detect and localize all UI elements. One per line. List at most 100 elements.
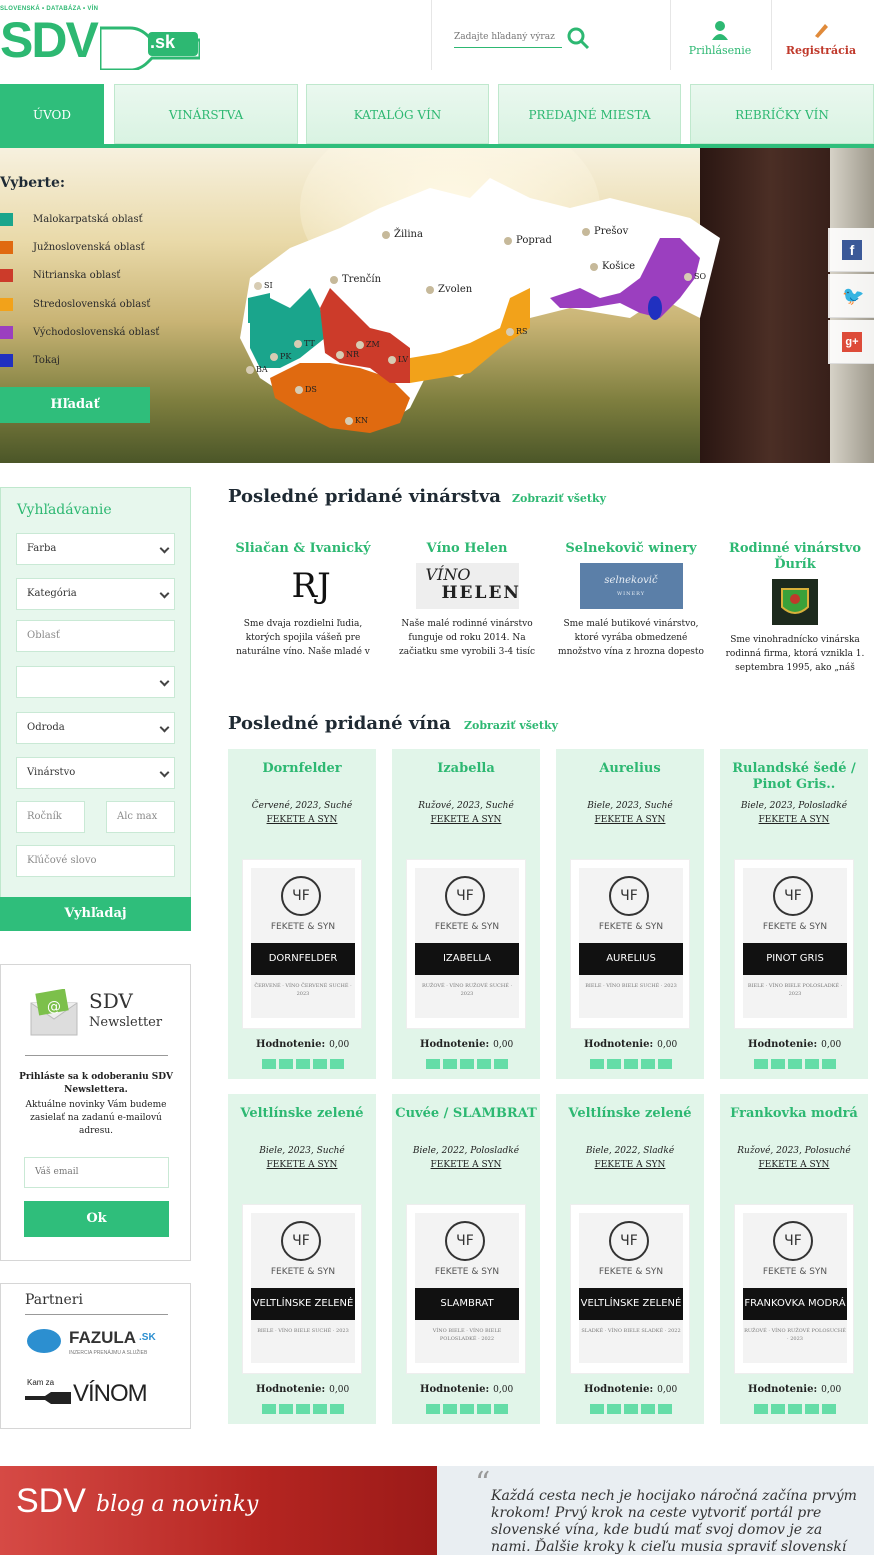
winery-card[interactable]: Selnekovič winery selnekovič WINERY Sme … (556, 541, 706, 659)
rating-star-icon[interactable] (460, 1404, 474, 1414)
wine-label-image[interactable]: ЧF FEKETE & SYN SLAMBRAT VÍNO BIELE · VÍNO … (406, 1204, 526, 1374)
wine-label-image[interactable]: ЧF FEKETE & SYN IZABELLA RUŽOVÉ · VÍNO RUŽO… (406, 859, 526, 1029)
rating-star-icon[interactable] (443, 1059, 457, 1069)
wine-name[interactable]: Cuvée / SLAMBRAT (392, 1106, 540, 1122)
kategoria-select[interactable]: Kategória (16, 578, 175, 610)
wine-card[interactable]: Izabella Ružové, 2023, Suché FEKETE A SYN Ч… (392, 749, 540, 1079)
vinarstvo-select[interactable]: Vinárstvo (16, 757, 175, 789)
rating-stars[interactable] (754, 1399, 844, 1414)
search-input[interactable] (454, 26, 562, 48)
wine-label-image[interactable]: ЧF FEKETE & SYN AURELIUS BIELE · VÍNO BIELE… (570, 859, 690, 1029)
wine-producer-link[interactable]: FEKETE A SYN (720, 815, 868, 825)
abbr-ba[interactable]: BA (246, 365, 268, 374)
rating-star-icon[interactable] (279, 1404, 293, 1414)
winery-name[interactable]: Víno Helen (392, 541, 542, 557)
city-kosice[interactable]: Košice (590, 261, 635, 272)
rating-star-icon[interactable] (822, 1404, 836, 1414)
legend-nitrianska[interactable]: Nitrianska oblasť (0, 269, 120, 283)
winery-name[interactable]: Selnekovič winery (556, 541, 706, 557)
alc-max-input[interactable]: Alc max (106, 801, 175, 833)
facebook-button[interactable]: f (828, 228, 874, 272)
blog-banner[interactable]: SDV blog a novinky (0, 1466, 437, 1555)
rocnik-input[interactable]: Ročník (16, 801, 85, 833)
email-field[interactable]: Váš email (24, 1157, 169, 1188)
wine-producer-link[interactable]: FEKETE A SYN (556, 1160, 704, 1170)
wine-producer-link[interactable]: FEKETE A SYN (392, 1160, 540, 1170)
hladat-button[interactable]: Hľadať (0, 387, 150, 423)
vyhladaj-button[interactable]: Vyhľadaj (0, 897, 191, 931)
google-plus-button[interactable]: g+ (828, 320, 874, 364)
wine-label-image[interactable]: ЧF FEKETE & SYN FRANKOVKA MODRÁ RUŽOVÉ · VÍ… (734, 1204, 854, 1374)
logo[interactable]: SDV (0, 10, 99, 70)
legend-juznoslovenska[interactable]: Južnoslovenská oblasť (0, 241, 145, 255)
rating-star-icon[interactable] (590, 1404, 604, 1414)
rating-star-icon[interactable] (658, 1059, 672, 1069)
wine-producer-link[interactable]: FEKETE A SYN (720, 1160, 868, 1170)
rating-stars[interactable] (590, 1399, 680, 1414)
tab-rebricky-vin[interactable]: REBRÍČKY VÍN (690, 84, 874, 144)
abbr-so[interactable]: SO (684, 272, 706, 281)
rating-star-icon[interactable] (658, 1404, 672, 1414)
rating-star-icon[interactable] (788, 1059, 802, 1069)
newsletter-ok-button[interactable]: Ok (24, 1201, 169, 1237)
rating-star-icon[interactable] (624, 1059, 638, 1069)
tab-predajne-miesta[interactable]: PREDAJNÉ MIESTA (498, 84, 681, 144)
winery-card[interactable]: Rodinné vinárstvo Ďurík Sme vinohradníck… (720, 541, 870, 675)
city-poprad[interactable]: Poprad (504, 235, 552, 246)
wine-producer-link[interactable]: FEKETE A SYN (392, 815, 540, 825)
wine-producer-link[interactable]: FEKETE A SYN (228, 815, 376, 825)
region-tokaj[interactable] (648, 296, 662, 320)
keyword-input[interactable]: Kľúčové slovo (16, 845, 175, 877)
rating-star-icon[interactable] (494, 1404, 508, 1414)
rating-star-icon[interactable] (426, 1404, 440, 1414)
wine-name[interactable]: Izabella (392, 761, 540, 777)
rating-star-icon[interactable] (262, 1404, 276, 1414)
rating-star-icon[interactable] (624, 1404, 638, 1414)
rating-star-icon[interactable] (641, 1404, 655, 1414)
wine-label-image[interactable]: ЧF FEKETE & SYN DORNFELDER ČERVENÉ · VÍNO Č… (242, 859, 362, 1029)
tab-vinarstva[interactable]: VINÁRSTVA (114, 84, 298, 144)
abbr-lv[interactable]: LV (388, 355, 408, 364)
city-zvolen[interactable]: Zvolen (426, 284, 472, 295)
rating-star-icon[interactable] (477, 1059, 491, 1069)
abbr-zm[interactable]: ZM (356, 340, 380, 349)
wine-name[interactable]: Aurelius (556, 761, 704, 777)
wine-name[interactable]: Rulandské šedé / Pinot Gris.. (720, 761, 868, 793)
search-icon[interactable] (566, 26, 590, 50)
oblast-input[interactable]: Oblasť (16, 620, 175, 652)
rating-star-icon[interactable] (330, 1059, 344, 1069)
rating-star-icon[interactable] (477, 1404, 491, 1414)
legend-stredoslovenska[interactable]: Stredoslovenská oblasť (0, 298, 150, 312)
region-malokarpatska-north[interactable] (248, 293, 270, 323)
tab-uvod[interactable]: ÚVOD (0, 84, 104, 144)
wine-name[interactable]: Veltlínske zelené (228, 1106, 376, 1122)
kam-za-vinom-partner-logo[interactable]: Kam za VÍNOM (25, 1378, 170, 1418)
rating-star-icon[interactable] (296, 1404, 310, 1414)
legend-vychodoslovenska[interactable]: Východoslovenská oblasť (0, 326, 159, 340)
abbr-si[interactable]: SI (254, 281, 273, 290)
wine-card[interactable]: Rulandské šedé / Pinot Gris.. Biele, 2023… (720, 749, 868, 1079)
wine-card[interactable]: Veltlínske zelené Biele, 2022, Sladké FEKE… (556, 1094, 704, 1424)
winery-card[interactable]: Víno Helen VÍNO HELEN Naše malé rodinné … (392, 541, 542, 659)
twitter-button[interactable]: 🐦 (828, 274, 874, 318)
rating-star-icon[interactable] (460, 1059, 474, 1069)
farba-select[interactable]: Farba (16, 533, 175, 565)
tab-katalog-vin[interactable]: KATALÓG VÍN (306, 84, 489, 144)
wine-card[interactable]: Cuvée / SLAMBRAT Biele, 2022, Polosladké F… (392, 1094, 540, 1424)
city-presov[interactable]: Prešov (582, 226, 628, 237)
rating-star-icon[interactable] (607, 1404, 621, 1414)
rating-stars[interactable] (590, 1054, 680, 1069)
rating-star-icon[interactable] (822, 1059, 836, 1069)
wine-card[interactable]: Veltlínske zelené Biele, 2023, Suché FEKET… (228, 1094, 376, 1424)
rating-star-icon[interactable] (788, 1404, 802, 1414)
wine-name[interactable]: Veltlínske zelené (556, 1106, 704, 1122)
wine-producer-link[interactable]: FEKETE A SYN (228, 1160, 376, 1170)
subregion-select[interactable] (16, 666, 175, 698)
rating-star-icon[interactable] (754, 1059, 768, 1069)
wine-producer-link[interactable]: FEKETE A SYN (556, 815, 704, 825)
abbr-nr[interactable]: NR (336, 350, 359, 359)
wine-name[interactable]: Frankovka modrá (720, 1106, 868, 1122)
abbr-kn[interactable]: KN (345, 416, 368, 425)
rating-star-icon[interactable] (296, 1059, 310, 1069)
slovakia-map[interactable] (230, 168, 730, 438)
